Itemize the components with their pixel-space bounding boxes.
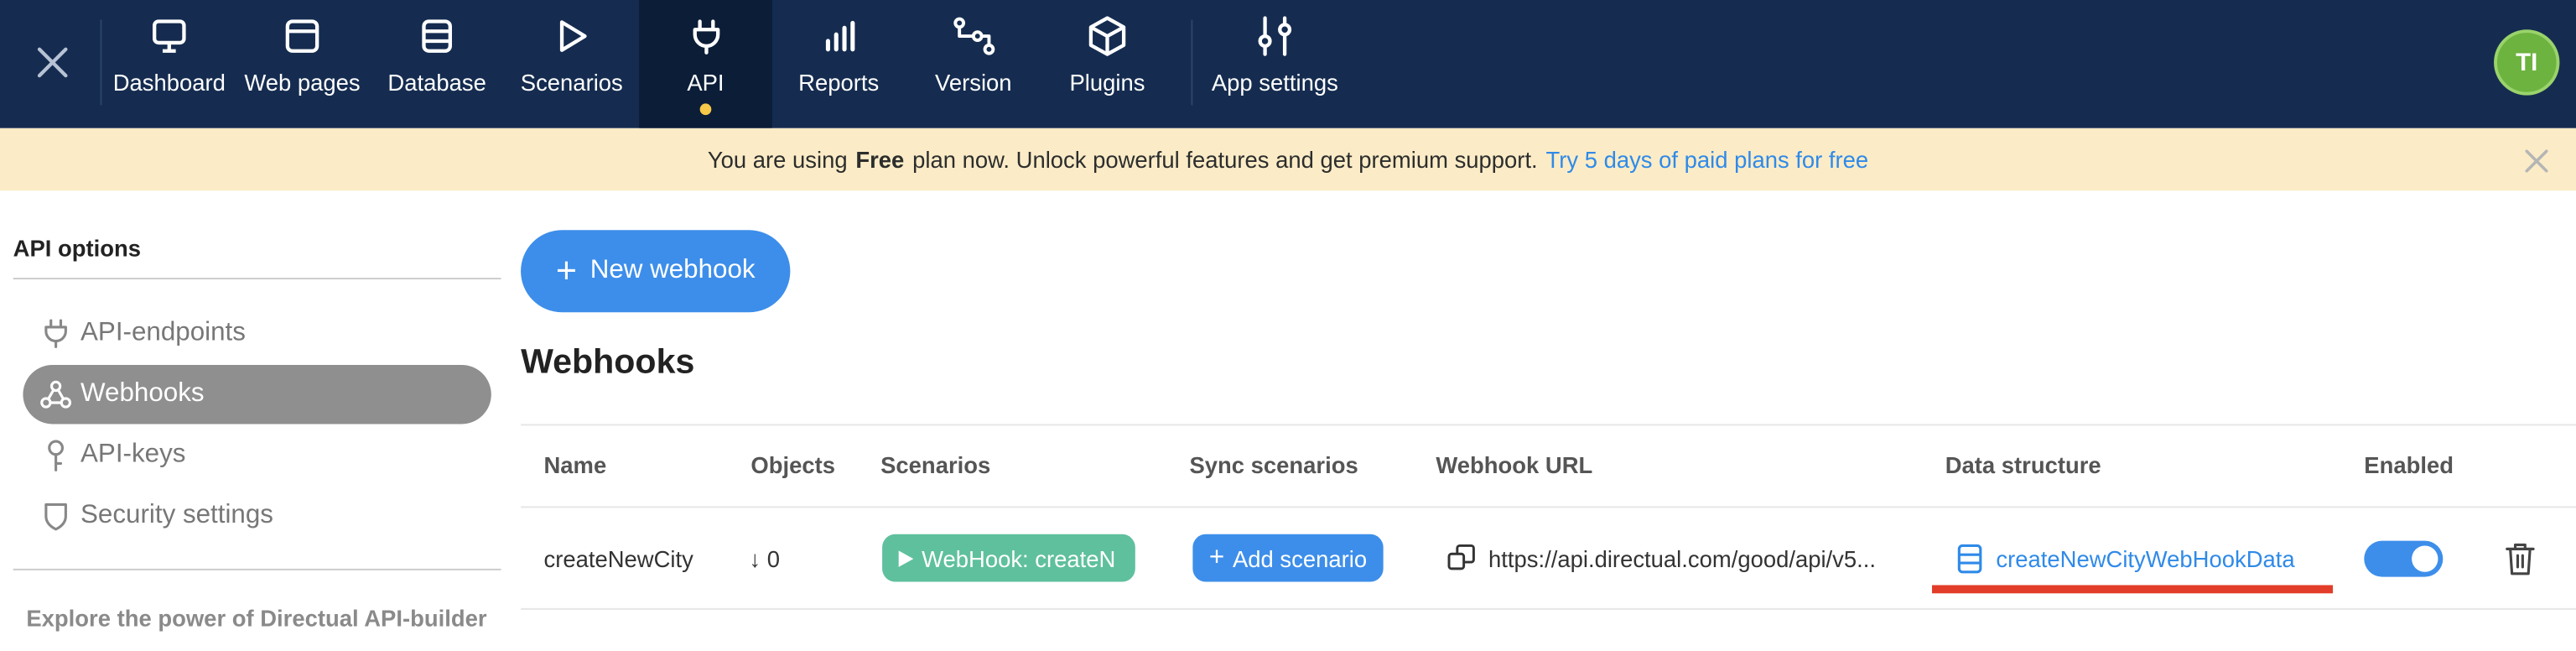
user-avatar[interactable]: TI xyxy=(2494,29,2560,96)
nav-label: API xyxy=(687,69,724,96)
banner-prefix: You are using xyxy=(707,146,848,173)
banner-plan: Free xyxy=(855,146,905,173)
nav-label: Scenarios xyxy=(520,69,623,96)
trash-icon[interactable] xyxy=(2506,543,2535,584)
close-icon[interactable] xyxy=(2521,146,2551,175)
nav-label: Reports xyxy=(798,69,880,96)
webhook-icon xyxy=(39,380,72,409)
play-icon xyxy=(552,13,591,60)
column-header-objects[interactable]: Objects xyxy=(750,452,835,478)
nav-item-api[interactable]: API xyxy=(639,0,772,128)
webhook-url[interactable]: https://api.directual.com/good/api/v5... xyxy=(1488,544,1876,570)
nav-item-app-settings[interactable]: App settings xyxy=(1204,0,1345,128)
add-scenario-label: Add scenario xyxy=(1233,544,1368,571)
header-divider xyxy=(521,506,2576,508)
plus-icon: + xyxy=(1208,543,1225,571)
nav-label: App settings xyxy=(1211,69,1338,96)
trial-link[interactable]: Try 5 days of paid plans for free xyxy=(1545,146,1868,172)
sliders-icon xyxy=(1255,13,1295,60)
browser-window-icon xyxy=(283,13,322,60)
monitor-icon xyxy=(149,13,189,60)
nav-item-database[interactable]: Database xyxy=(371,0,503,128)
sidebar-divider xyxy=(13,278,501,280)
nav-label: Dashboard xyxy=(112,69,226,96)
nav-label: Version xyxy=(935,69,1012,96)
cube-icon xyxy=(1086,13,1129,60)
sidebar-item-label: API-keys xyxy=(80,440,186,469)
sidebar-item-label: API-endpoints xyxy=(80,319,246,347)
plan-banner: You are using Free plan now. Unlock powe… xyxy=(0,128,2576,191)
scenario-badge[interactable]: WebHook: createN xyxy=(882,534,1135,582)
new-webhook-button[interactable]: + New webhook xyxy=(521,230,791,313)
sidebar-item-api-keys[interactable]: API-keys xyxy=(23,425,491,485)
nav-divider xyxy=(1191,19,1193,106)
add-scenario-button[interactable]: + Add scenario xyxy=(1192,534,1384,582)
database-icon xyxy=(418,13,457,60)
nav-item-web-pages[interactable]: Web pages xyxy=(236,0,368,128)
sidebar-item-security-settings[interactable]: Security settings xyxy=(23,487,491,546)
column-header-name[interactable]: Name xyxy=(543,452,606,478)
data-structure-name: createNewCityWebHookData xyxy=(1996,545,2295,572)
sidebar-title: API options xyxy=(13,235,142,262)
new-webhook-label: New webhook xyxy=(589,256,756,284)
plug-icon xyxy=(39,319,72,348)
objects-count: ↓ 0 xyxy=(749,545,781,572)
shield-icon xyxy=(39,502,72,531)
play-icon xyxy=(898,549,914,566)
column-header-scenarios[interactable]: Scenarios xyxy=(880,452,990,478)
highlight-underline xyxy=(1932,585,2334,594)
key-icon xyxy=(39,439,72,471)
close-icon[interactable] xyxy=(26,36,79,89)
nav-label: Plugins xyxy=(1069,69,1145,96)
toggle-knob xyxy=(2412,545,2438,572)
scenario-badge-label: WebHook: createN xyxy=(922,544,1116,571)
column-header-sync-scenarios[interactable]: Sync scenarios xyxy=(1189,452,1358,478)
active-indicator-dot xyxy=(699,103,712,116)
sidebar-item-label: Security settings xyxy=(80,501,273,529)
branch-icon xyxy=(952,13,995,60)
webhooks-table: Name Objects Scenarios Sync scenarios We… xyxy=(521,424,2576,610)
plus-icon: + xyxy=(555,249,578,291)
bar-chart-icon xyxy=(819,13,859,60)
webhook-url-cell: https://api.directual.com/good/api/v5... xyxy=(1447,544,1876,571)
webhook-name[interactable]: createNewCity xyxy=(543,545,693,571)
row-divider xyxy=(521,607,2576,610)
nav-label: Database xyxy=(387,69,486,96)
nav-item-reports[interactable]: Reports xyxy=(772,0,906,128)
explore-link[interactable]: Explore the power of Directual API-build… xyxy=(26,605,486,631)
app-root: Dashboard Web pages Database Scenarios A xyxy=(0,0,2576,651)
sidebar-item-webhooks[interactable]: Webhooks xyxy=(23,364,491,424)
enabled-toggle[interactable] xyxy=(2364,540,2444,577)
database-icon xyxy=(1956,544,1982,574)
sidebar-item-label: Webhooks xyxy=(80,379,205,408)
sidebar-divider xyxy=(13,568,501,570)
top-navigation: Dashboard Web pages Database Scenarios A xyxy=(0,0,2576,128)
column-header-data-structure[interactable]: Data structure xyxy=(1945,452,2101,478)
copy-icon[interactable] xyxy=(1447,544,1475,571)
banner-suffix: plan now. Unlock powerful features and g… xyxy=(912,146,1538,173)
page-title: Webhooks xyxy=(521,343,695,382)
nav-item-plugins[interactable]: Plugins xyxy=(1040,0,1175,128)
column-header-enabled[interactable]: Enabled xyxy=(2364,452,2454,478)
nav-label: Web pages xyxy=(244,69,361,96)
sidebar-item-api-endpoints[interactable]: API-endpoints xyxy=(23,304,491,363)
data-structure-link[interactable]: createNewCityWebHookData xyxy=(1956,544,2295,574)
plug-icon xyxy=(686,13,725,60)
nav-item-dashboard[interactable]: Dashboard xyxy=(101,0,236,128)
nav-item-version[interactable]: Version xyxy=(906,0,1040,128)
column-header-webhook-url[interactable]: Webhook URL xyxy=(1436,452,1592,478)
nav-item-scenarios[interactable]: Scenarios xyxy=(504,0,639,128)
